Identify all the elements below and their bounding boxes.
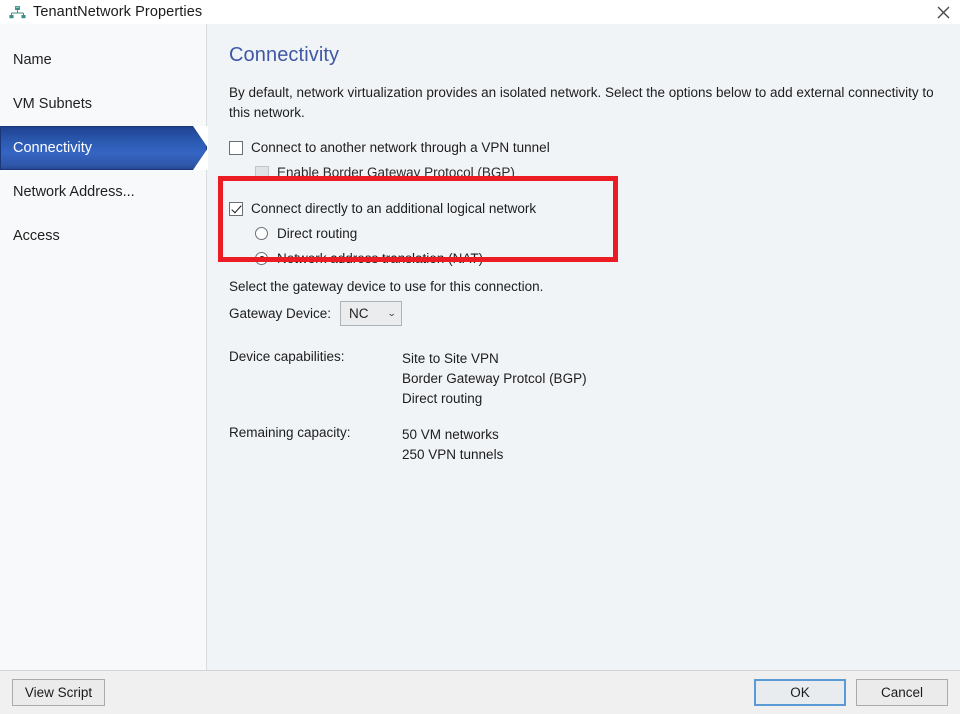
sidebar-item-label: VM Subnets (13, 96, 92, 112)
capacity-item: 250 VPN tunnels (402, 446, 504, 462)
capability-item: Site to Site VPN (402, 351, 499, 367)
sidebar-item-name[interactable]: Name (0, 38, 206, 82)
page-title: Connectivity (229, 44, 340, 66)
properties-dialog: TenantNetwork Properties Name VM Subnets… (0, 0, 960, 714)
capability-item: Direct routing (402, 390, 483, 406)
dialog-footer: View Script OK Cancel (0, 670, 960, 714)
remaining-capacity-label: Remaining capacity: (229, 425, 351, 441)
vpn-tunnel-label: Connect to another network through a VPN… (251, 140, 550, 156)
device-capabilities-label: Device capabilities: (229, 349, 345, 365)
sidebar-item-label: Name (13, 52, 52, 68)
sidebar-item-label: Access (13, 228, 60, 244)
nat-label: Network address translation (NAT) (277, 251, 484, 267)
view-script-button[interactable]: View Script (12, 679, 105, 706)
window-title: TenantNetwork Properties (33, 4, 203, 20)
cancel-button[interactable]: Cancel (856, 679, 948, 706)
logical-network-row[interactable]: Connect directly to an additional logica… (229, 197, 938, 220)
sidebar-item-label: Network Address... (13, 184, 135, 200)
gateway-device-row: Gateway Device: NC ⌄ (229, 300, 938, 326)
device-details: Device capabilities: Site to Site VPN Bo… (229, 349, 938, 465)
sidebar-item-network-address[interactable]: Network Address... (0, 170, 206, 214)
device-capabilities-values: Site to Site VPN Border Gateway Protcol … (402, 349, 938, 408)
logical-network-checkbox[interactable] (229, 201, 243, 216)
logical-network-label: Connect directly to an additional logica… (251, 201, 537, 217)
sidebar-item-vm-subnets[interactable]: VM Subnets (0, 82, 206, 126)
chevron-down-icon: ⌄ (386, 307, 396, 318)
dialog-body: Name VM Subnets Connectivity Network Add… (0, 24, 960, 670)
direct-routing-label: Direct routing (277, 226, 358, 242)
bgp-row: Enable Border Gateway Protocol (BGP) (229, 161, 938, 184)
sidebar-item-access[interactable]: Access (0, 214, 206, 258)
close-icon[interactable] (926, 0, 960, 24)
capacity-item: 50 VM networks (402, 427, 499, 443)
navigation-sidebar: Name VM Subnets Connectivity Network Add… (0, 24, 207, 670)
title-bar: TenantNetwork Properties (0, 0, 960, 24)
bgp-checkbox (255, 165, 269, 180)
sidebar-item-label: Connectivity (13, 140, 92, 156)
gateway-instruction: Select the gateway device to use for thi… (229, 279, 544, 295)
capability-item: Border Gateway Protcol (BGP) (402, 370, 587, 386)
remaining-capacity-values: 50 VM networks 250 VPN tunnels (402, 425, 938, 464)
vpn-tunnel-row[interactable]: Connect to another network through a VPN… (229, 136, 938, 159)
direct-routing-row[interactable]: Direct routing (229, 222, 938, 245)
panel-description: By default, network virtualization provi… (229, 85, 934, 120)
network-properties-icon (8, 3, 26, 21)
sidebar-item-connectivity[interactable]: Connectivity (0, 126, 207, 170)
gateway-device-select[interactable]: NC ⌄ (340, 300, 403, 326)
gateway-device-value: NC (349, 305, 369, 321)
vpn-tunnel-checkbox[interactable] (229, 140, 243, 155)
nat-row[interactable]: Network address translation (NAT) (229, 247, 938, 270)
connectivity-panel: Connectivity By default, network virtual… (207, 24, 960, 670)
gateway-device-label: Gateway Device: (229, 305, 332, 321)
direct-routing-radio[interactable] (255, 227, 268, 241)
nat-radio[interactable] (255, 252, 268, 266)
footer-actions: OK Cancel (754, 679, 948, 706)
bgp-label: Enable Border Gateway Protocol (BGP) (277, 165, 515, 181)
ok-button[interactable]: OK (754, 679, 846, 706)
